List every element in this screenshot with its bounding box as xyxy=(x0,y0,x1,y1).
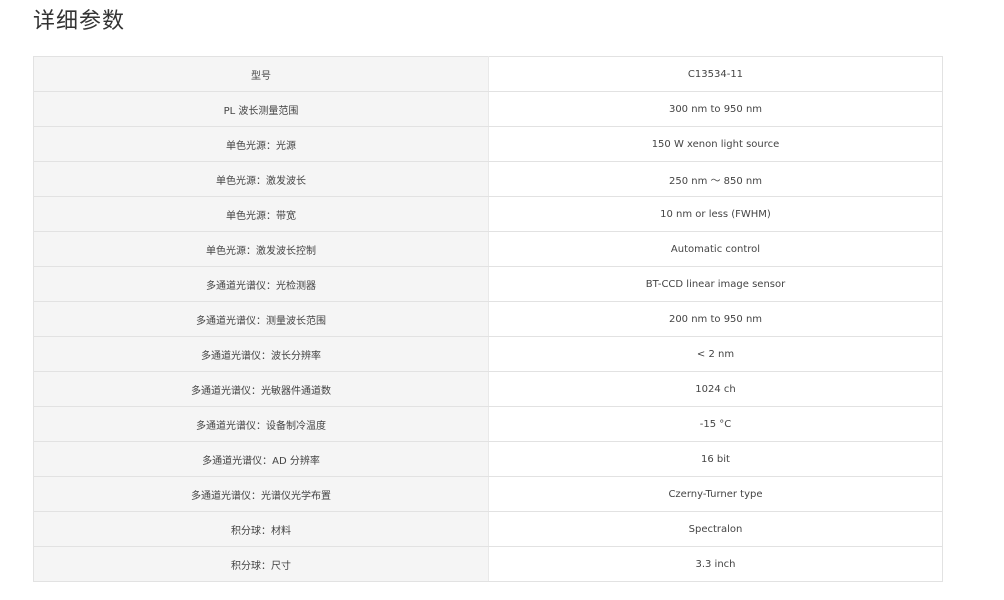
table-row: 多通道光谱仪：AD 分辨率 16 bit xyxy=(33,441,943,477)
table-row: PL 波长测量范围 300 nm to 950 nm xyxy=(33,91,943,127)
spec-value: 250 nm ～ 850 nm xyxy=(488,161,943,197)
spec-value: Spectralon xyxy=(488,511,943,547)
table-row: 型号 C13534-11 xyxy=(33,56,943,92)
table-row: 多通道光谱仪：设备制冷温度 -15 °C xyxy=(33,406,943,442)
table-row: 多通道光谱仪：光敏器件通道数 1024 ch xyxy=(33,371,943,407)
spec-label: 积分球：材料 xyxy=(33,511,489,547)
spec-value: 300 nm to 950 nm xyxy=(488,91,943,127)
table-row: 多通道光谱仪：测量波长范围 200 nm to 950 nm xyxy=(33,301,943,337)
table-row: 多通道光谱仪：光检测器 BT-CCD linear image sensor xyxy=(33,266,943,302)
spec-label: 单色光源：光源 xyxy=(33,126,489,162)
spec-value: < 2 nm xyxy=(488,336,943,372)
spec-label: 型号 xyxy=(33,56,489,92)
spec-label: 多通道光谱仪：光谱仪光学布置 xyxy=(33,476,489,512)
spec-value: 3.3 inch xyxy=(488,546,943,582)
table-row: 多通道光谱仪：光谱仪光学布置 Czerny-Turner type xyxy=(33,476,943,512)
spec-value: Czerny-Turner type xyxy=(488,476,943,512)
spec-value: 1024 ch xyxy=(488,371,943,407)
table-row: 单色光源：激发波长 250 nm ～ 850 nm xyxy=(33,161,943,197)
spec-table: 型号 C13534-11 PL 波长测量范围 300 nm to 950 nm … xyxy=(33,56,943,582)
spec-value: 16 bit xyxy=(488,441,943,477)
spec-label: PL 波长测量范围 xyxy=(33,91,489,127)
spec-label: 单色光源：带宽 xyxy=(33,196,489,232)
table-row: 单色光源：带宽 10 nm or less (FWHM) xyxy=(33,196,943,232)
table-row: 积分球：材料 Spectralon xyxy=(33,511,943,547)
spec-value: BT-CCD linear image sensor xyxy=(488,266,943,302)
spec-label: 积分球：尺寸 xyxy=(33,546,489,582)
spec-value: 10 nm or less (FWHM) xyxy=(488,196,943,232)
spec-label: 多通道光谱仪：测量波长范围 xyxy=(33,301,489,337)
spec-label: 多通道光谱仪：光检测器 xyxy=(33,266,489,302)
spec-label: 单色光源：激发波长 xyxy=(33,161,489,197)
spec-label: 多通道光谱仪：光敏器件通道数 xyxy=(33,371,489,407)
spec-value: 150 W xenon light source xyxy=(488,126,943,162)
spec-value: 200 nm to 950 nm xyxy=(488,301,943,337)
spec-value: -15 °C xyxy=(488,406,943,442)
spec-label: 多通道光谱仪：AD 分辨率 xyxy=(33,441,489,477)
table-row: 单色光源：激发波长控制 Automatic control xyxy=(33,231,943,267)
spec-label: 多通道光谱仪：设备制冷温度 xyxy=(33,406,489,442)
spec-label: 多通道光谱仪：波长分辨率 xyxy=(33,336,489,372)
spec-value: C13534-11 xyxy=(488,56,943,92)
spec-value: Automatic control xyxy=(488,231,943,267)
table-row: 单色光源：光源 150 W xenon light source xyxy=(33,126,943,162)
spec-label: 单色光源：激发波长控制 xyxy=(33,231,489,267)
table-row: 多通道光谱仪：波长分辨率 < 2 nm xyxy=(33,336,943,372)
section-title: 详细参数 xyxy=(33,9,126,34)
table-row: 积分球：尺寸 3.3 inch xyxy=(33,546,943,582)
